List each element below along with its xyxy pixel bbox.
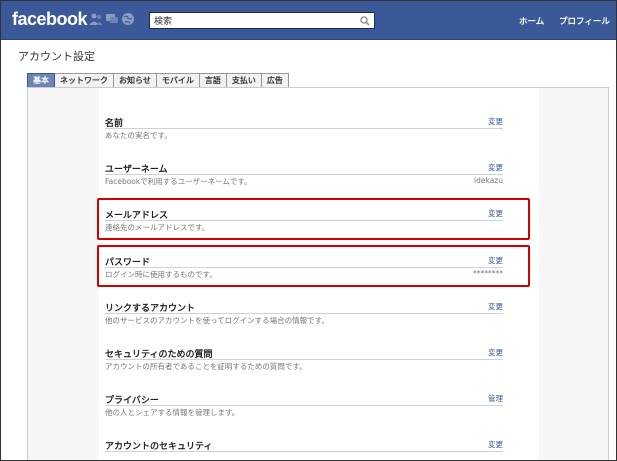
friend-requests-icon[interactable] — [89, 12, 103, 26]
messages-icon[interactable] — [105, 12, 119, 26]
facebook-logo[interactable]: facebook — [12, 9, 88, 30]
username-value: idekazu — [474, 176, 503, 185]
top-bar: facebook ホーム プロフィール — [1, 1, 616, 40]
tab-basic[interactable]: 基本 — [27, 73, 55, 87]
notifications-globe-icon[interactable] — [121, 12, 135, 26]
divider — [105, 359, 503, 360]
tab-ads[interactable]: 広告 — [261, 73, 289, 87]
divider — [105, 451, 503, 452]
tab-mobile[interactable]: モバイル — [156, 73, 200, 87]
divider — [105, 174, 503, 175]
tab-notifications[interactable]: お知らせ — [114, 73, 157, 87]
tab-language[interactable]: 言語 — [199, 73, 227, 87]
divider — [105, 405, 503, 406]
search-icon[interactable] — [356, 13, 374, 28]
setting-description: Facebookで利用するユーザーネームです。 — [105, 177, 252, 186]
email-highlight-box — [97, 198, 530, 240]
home-link[interactable]: ホーム — [519, 15, 544, 27]
password-highlight-box — [97, 245, 530, 287]
divider — [105, 128, 503, 129]
search-box[interactable] — [149, 12, 375, 29]
settings-tabs: 基本 ネットワーク お知らせ モバイル 言語 支払い 広告 — [27, 73, 289, 88]
change-security-question-link[interactable]: 変更 — [488, 347, 503, 358]
setting-description: あなたの実名です。 — [105, 131, 172, 140]
tab-payments[interactable]: 支払い — [226, 73, 262, 87]
change-name-link[interactable]: 変更 — [488, 116, 503, 127]
change-account-security-link[interactable]: 変更 — [488, 439, 503, 450]
change-linked-accounts-link[interactable]: 変更 — [488, 301, 503, 312]
setting-description: 他のサービスのアカウントを使ってログインする場合の情報です。 — [105, 316, 329, 325]
manage-privacy-link[interactable]: 管理 — [488, 393, 503, 404]
search-input[interactable] — [152, 13, 356, 28]
divider — [105, 313, 503, 314]
setting-description: アカウントの所有者であることを証明するための質問です。 — [105, 362, 307, 371]
setting-description: 他の人とシェアする情報を管理します。 — [105, 408, 240, 417]
tab-network[interactable]: ネットワーク — [55, 73, 114, 87]
change-username-link[interactable]: 変更 — [488, 162, 503, 173]
page-title: アカウント設定 — [18, 50, 95, 63]
profile-link[interactable]: プロフィール — [559, 15, 610, 27]
app-frame: facebook ホーム プロフィール アカウント設定 基本 ネットワーク お知… — [0, 0, 617, 461]
